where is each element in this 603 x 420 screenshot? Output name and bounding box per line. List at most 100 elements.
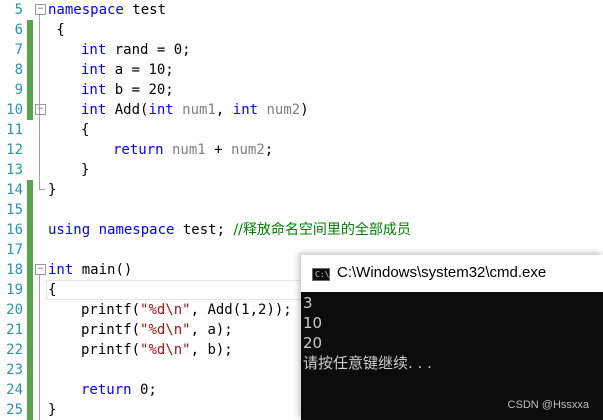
line-number: 23: [6, 362, 23, 378]
string-literal: "%d\n": [140, 302, 191, 318]
line-number: 7: [14, 42, 23, 58]
param: num1: [163, 142, 206, 158]
code-rest: ,: [215, 102, 233, 118]
code-text: int main(): [48, 260, 132, 280]
code-text: int Add(int num1, int num2): [81, 100, 309, 120]
code-text: int a = 10;: [81, 60, 174, 80]
collapse-icon[interactable]: −: [35, 264, 46, 275]
code-text: namespace test: [48, 0, 166, 20]
code-rest: printf(: [81, 302, 141, 318]
change-bar: [27, 380, 33, 400]
line-number: 13: [6, 162, 23, 178]
cmd-icon-glyph: C:\: [315, 270, 330, 279]
change-bar: [27, 40, 33, 60]
line-number: 12: [6, 142, 23, 158]
console-line: 20: [303, 334, 323, 352]
code-rest: +: [205, 142, 232, 158]
code-text: using namespace test; //释放命名空间里的全部成员: [48, 220, 411, 240]
change-bar: [27, 240, 33, 260]
code-text: printf("%d\n", Add(1,2));: [81, 300, 292, 320]
collapse-icon[interactable]: −: [35, 104, 46, 115]
code-rest: rand = 0;: [106, 42, 191, 58]
line-number: 22: [6, 342, 23, 358]
code-text: int b = 20;: [81, 80, 174, 100]
line-number: 11: [6, 122, 23, 138]
comment: //释放命名空间里的全部成员: [233, 222, 411, 238]
collapse-icon[interactable]: −: [35, 4, 46, 15]
code-line-12[interactable]: 12 return num1 + num2;: [0, 140, 603, 160]
code-text: }: [48, 182, 57, 198]
line-number: 19: [6, 282, 23, 298]
change-bar: [27, 340, 33, 360]
param: num2: [258, 102, 301, 118]
fold-guide-end: [39, 189, 45, 190]
change-bar: [27, 60, 33, 80]
code-line-11[interactable]: 11 {: [0, 120, 603, 140]
console-window[interactable]: C:\ C:\Windows\system32\cmd.exe 3 10 20 …: [301, 255, 603, 420]
code-line-8[interactable]: 8 int a = 10;: [0, 60, 603, 80]
change-bar: [27, 300, 33, 320]
line-number: 21: [6, 322, 23, 338]
code-text: {: [48, 282, 57, 298]
code-rest: test;: [174, 222, 234, 238]
line-number: 14: [6, 182, 23, 198]
change-bar: [27, 220, 33, 240]
console-title: C:\Windows\system32\cmd.exe: [337, 264, 547, 281]
code-text: }: [81, 162, 90, 178]
code-rest: [90, 222, 98, 238]
code-rest: printf(: [81, 322, 141, 338]
code-line-13[interactable]: 13 }: [0, 160, 603, 180]
code-rest: main(): [73, 262, 133, 278]
code-text: int rand = 0;: [81, 40, 191, 60]
param: num2: [231, 142, 265, 158]
keyword: using: [48, 222, 91, 238]
change-bar: [27, 260, 33, 280]
code-line-9[interactable]: 9 int b = 20;: [0, 80, 603, 100]
code-text: }: [48, 402, 57, 418]
line-number: 5: [14, 2, 23, 18]
line-number: 9: [14, 82, 23, 98]
keyword: int: [81, 102, 107, 118]
keyword: namespace: [48, 2, 124, 18]
keyword: return: [113, 142, 164, 158]
change-bar: [27, 400, 33, 420]
keyword: int: [148, 102, 174, 118]
keyword: int: [81, 62, 107, 78]
code-line-15[interactable]: 15: [0, 200, 603, 220]
code-rest: printf(: [81, 342, 141, 358]
code-rest: , b);: [190, 342, 233, 358]
change-bar: [27, 80, 33, 100]
fold-guide: [39, 15, 40, 190]
code-rest: ;: [264, 142, 274, 158]
code-text: printf("%d\n", a);: [81, 320, 233, 340]
line-number: 10: [6, 102, 23, 118]
code-text: {: [48, 22, 65, 38]
string-literal: "%d\n": [140, 342, 191, 358]
code-rest: 0;: [131, 382, 157, 398]
keyword: int: [81, 42, 107, 58]
code-rest: , Add(1,2));: [190, 302, 292, 318]
line-number: 8: [14, 62, 23, 78]
code-line-5[interactable]: 5 − namespace test: [0, 0, 603, 20]
line-number: 18: [6, 262, 23, 278]
code-line-14[interactable]: 14 }: [0, 180, 603, 200]
code-rest: ): [300, 102, 309, 118]
keyword: int: [232, 102, 259, 118]
change-bar: [27, 280, 33, 300]
keyword: namespace: [98, 222, 175, 238]
change-bar: [27, 320, 33, 340]
console-title-bar[interactable]: C:\ C:\Windows\system32\cmd.exe: [301, 255, 603, 292]
line-number: 25: [6, 402, 23, 418]
code-line-16[interactable]: 16 using namespace test; //释放命名空间里的全部成员: [0, 220, 603, 240]
code-line-7[interactable]: 7 int rand = 0;: [0, 40, 603, 60]
cmd-icon: C:\: [312, 268, 330, 281]
code-rest: , a);: [190, 322, 233, 338]
console-line: 3: [303, 294, 313, 312]
keyword: int: [48, 262, 74, 278]
line-number: 20: [6, 302, 23, 318]
code-text: return 0;: [81, 380, 157, 400]
code-line-6[interactable]: 6 {: [0, 20, 603, 40]
code-line-10[interactable]: 10 − int Add(int num1, int num2): [0, 100, 603, 120]
console-line: 请按任意键继续. . .: [303, 354, 432, 372]
change-bar: [27, 200, 33, 220]
